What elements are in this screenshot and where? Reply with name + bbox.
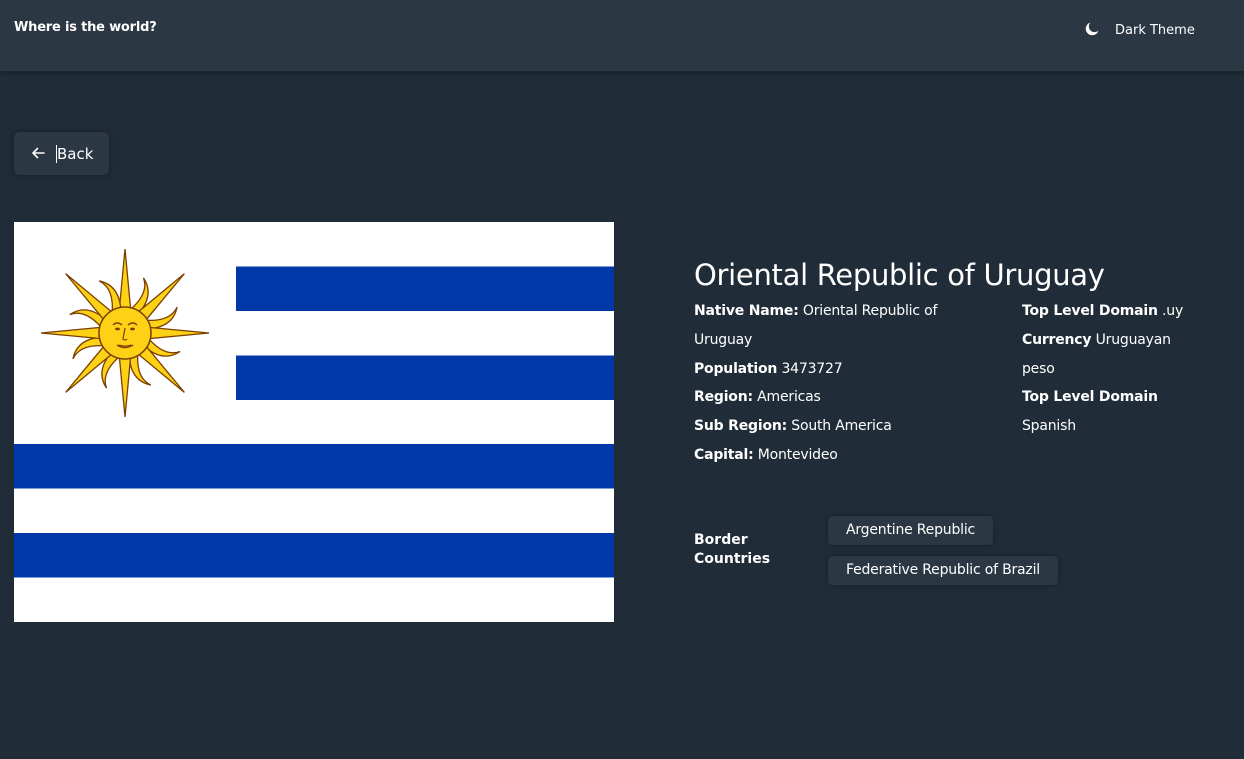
region-label: Region: [694,389,753,406]
country-details-secondary: Top Level Domain .uy Currency Uruguayan … [1022,297,1202,441]
currency-row: Currency Uruguayan peso [1022,326,1202,384]
back-button[interactable]: Back [14,132,109,175]
region-value: Americas [757,389,821,406]
population-label: Population [694,360,778,377]
capital-row: Capital: Montevideo [694,441,964,470]
border-country-button[interactable]: Federative Republic of Brazil [828,556,1058,585]
languages-value: Spanish [1022,418,1076,435]
native-name-row: Native Name: Oriental Republic of Urugua… [694,297,964,355]
border-countries-label: Border Countries [694,532,771,567]
native-name-label: Native Name: [694,303,799,319]
top-bar: Where is the world? Dark Theme [0,0,1244,71]
theme-toggle-button[interactable]: Dark Theme [1084,18,1195,40]
languages-label: Top Level Domain [1022,389,1158,406]
flag-stripe-2 [236,355,614,400]
moon-icon [1084,21,1100,37]
region-row: Region: Americas [694,383,964,412]
flag-stripe-1 [236,266,614,311]
tld-value: .uy [1162,303,1184,319]
capital-value: Montevideo [757,446,838,463]
arrow-left-icon [31,144,45,163]
country-flag [14,222,614,622]
tld-row: Top Level Domain .uy [1022,297,1202,326]
subregion-value: South America [791,418,892,435]
flag-stripe-3 [14,444,614,489]
population-row: Population 3473727 [694,355,964,384]
subregion-label: Sub Region: [694,418,788,435]
languages-row: Top Level Domain Spanish [1022,383,1202,441]
tld-label: Top Level Domain [1022,303,1158,319]
theme-toggle-label: Dark Theme [1115,22,1195,38]
country-details-primary: Native Name: Oriental Republic of Urugua… [694,297,964,470]
currency-label: Currency [1022,331,1092,348]
app-title: Where is the world? [14,20,157,35]
country-name: Oriental Republic of Uruguay [694,258,1105,292]
subregion-row: Sub Region: South America [694,412,964,441]
flag-stripe-4 [14,533,614,578]
capital-label: Capital: [694,446,754,463]
back-button-label: Back [56,144,94,163]
population-value: 3473727 [781,360,843,377]
sun-of-may-icon [40,248,210,418]
border-country-button[interactable]: Argentine Republic [828,516,994,545]
